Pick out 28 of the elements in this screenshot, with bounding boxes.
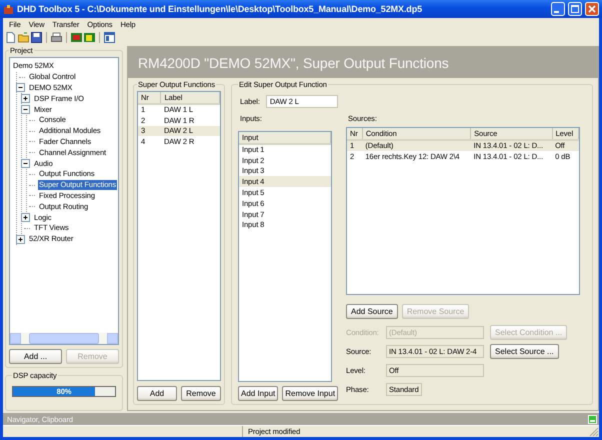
page-header: RM4200D "DEMO 52MX", Super Output Functions (128, 47, 598, 78)
new-file-icon[interactable] (5, 32, 16, 42)
expand-icon[interactable] (20, 94, 30, 104)
button[interactable]: Remove (181, 386, 221, 401)
stop-icon[interactable] (71, 32, 82, 42)
minimize-icon[interactable] (551, 2, 565, 16)
collapse-icon[interactable] (20, 105, 30, 114)
expand-icon[interactable] (20, 213, 30, 222)
button[interactable]: Add Input (238, 386, 278, 401)
button[interactable]: Remove Input (282, 386, 338, 401)
collapse-icon[interactable] (16, 83, 24, 92)
maximize-icon[interactable] (568, 2, 582, 16)
button[interactable]: Add (137, 386, 177, 401)
save-icon[interactable] (31, 32, 42, 42)
button[interactable]: Add ... (9, 349, 62, 364)
button[interactable]: Add Source (346, 304, 398, 319)
button[interactable]: Select Source ... (490, 344, 559, 358)
collapse-icon[interactable] (20, 159, 30, 168)
close-icon[interactable] (585, 2, 599, 16)
printer-icon[interactable] (51, 32, 62, 42)
expand-icon[interactable] (16, 234, 24, 244)
window-icon[interactable] (104, 32, 115, 42)
resize-grip-icon[interactable] (589, 426, 599, 436)
module-icon[interactable] (84, 32, 95, 42)
window-title: DHD Toolbox 5 - C:\Dokumente und Einstellungen\le\Desktop\Toolbox5_Manual\Demo_52MX.dp5 (17, 4, 424, 14)
app-icon (3, 4, 14, 14)
minimize-icon[interactable] (588, 414, 597, 424)
horizontal-scrollbar[interactable] (10, 333, 118, 344)
